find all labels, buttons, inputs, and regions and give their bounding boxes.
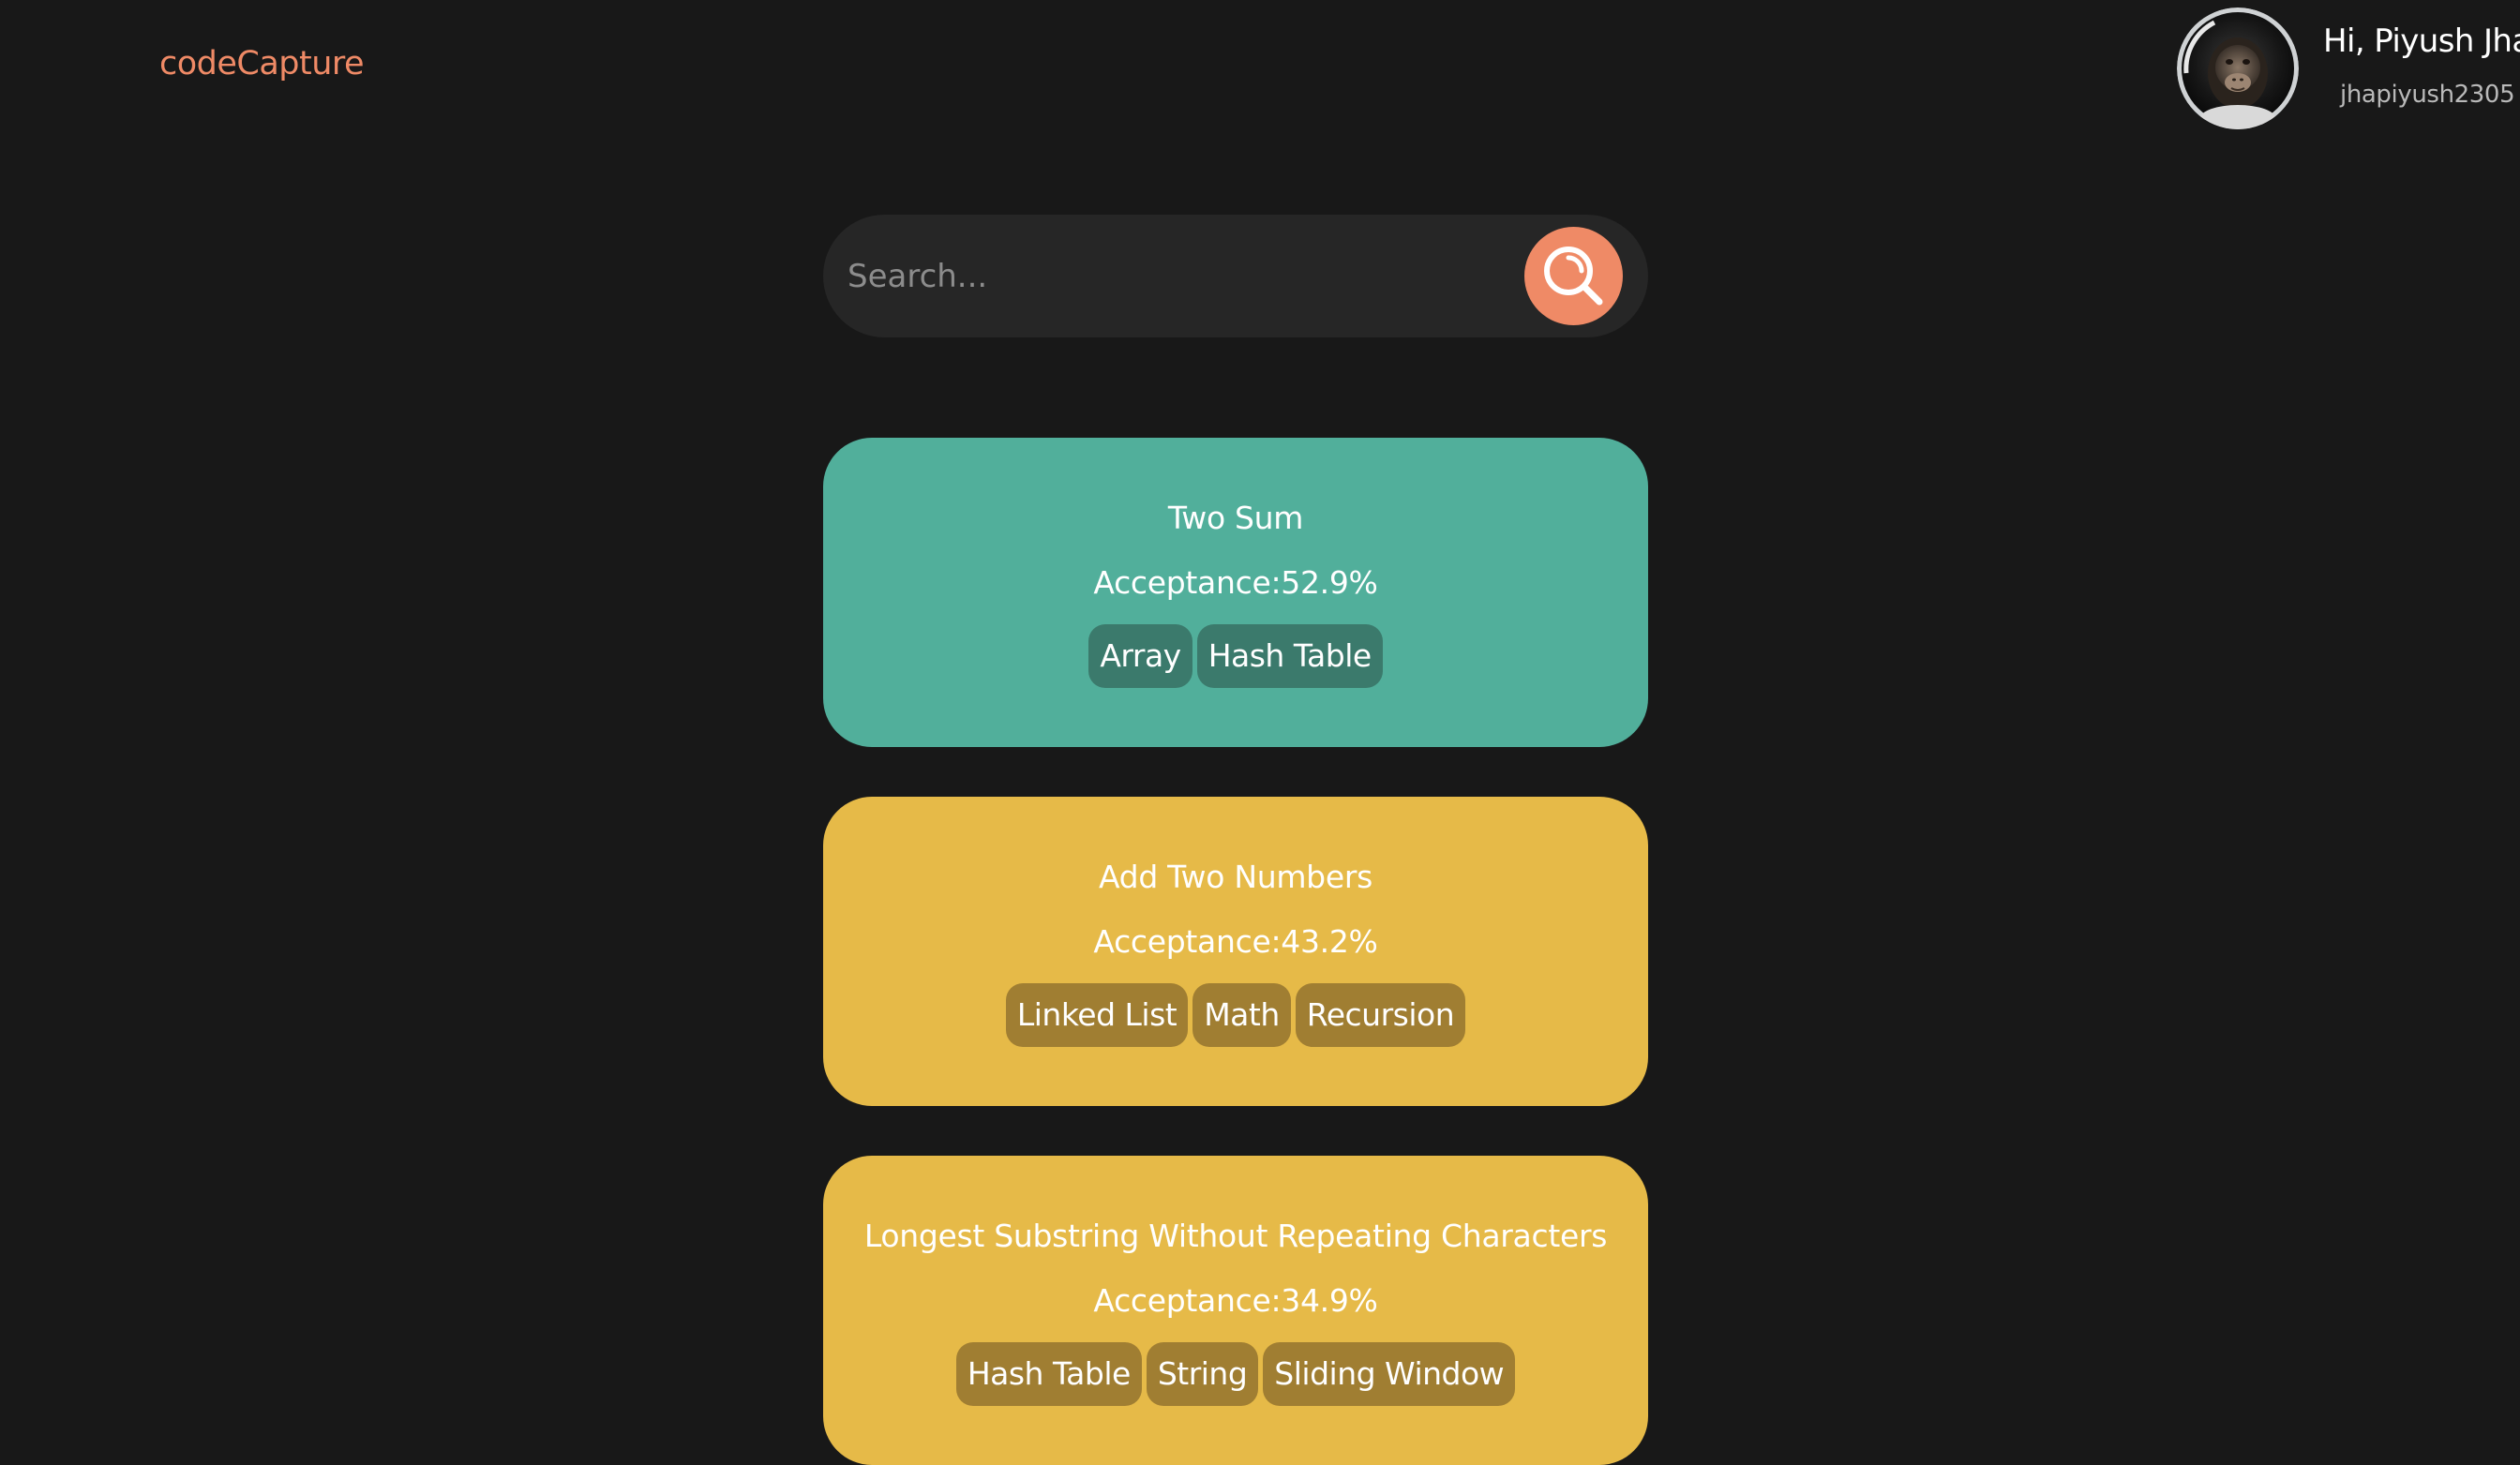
- problem-acceptance: Acceptance:43.2%: [1093, 923, 1378, 960]
- topic-tag[interactable]: Recursion: [1295, 983, 1466, 1047]
- problem-card[interactable]: Longest Substring Without Repeating Char…: [823, 1156, 1648, 1465]
- problem-acceptance: Acceptance:34.9%: [1093, 1282, 1378, 1319]
- app-logo[interactable]: codeCapture: [159, 45, 365, 82]
- search-input[interactable]: [848, 215, 1485, 337]
- topic-tag[interactable]: Linked List: [1005, 983, 1189, 1047]
- problem-tags: Linked List Math Recursion: [823, 983, 1648, 1047]
- monkey-astronaut-avatar-icon: [2177, 7, 2299, 129]
- user-avatar[interactable]: [2177, 7, 2299, 129]
- user-greeting: Hi, Piyush Jha: [2323, 22, 2520, 60]
- topic-tag[interactable]: Hash Table: [955, 1342, 1142, 1406]
- search-icon: [1544, 247, 1603, 306]
- search-button[interactable]: [1524, 227, 1623, 325]
- topic-tag[interactable]: Hash Table: [1196, 624, 1383, 688]
- user-handle: jhapiyush2305: [2340, 81, 2515, 109]
- topic-tag[interactable]: String: [1146, 1342, 1259, 1406]
- problem-title[interactable]: Add Two Numbers: [823, 859, 1648, 895]
- problem-tags: Hash Table String Sliding Window: [823, 1342, 1648, 1406]
- topic-tag[interactable]: Sliding Window: [1263, 1342, 1516, 1406]
- search-bar: [823, 215, 1648, 337]
- problem-tags: Array Hash Table: [823, 624, 1648, 688]
- problem-card[interactable]: Add Two Numbers Acceptance:43.2% Linked …: [823, 797, 1648, 1106]
- topic-tag[interactable]: Array: [1088, 624, 1192, 688]
- problem-acceptance: Acceptance:52.9%: [1093, 564, 1378, 601]
- problem-title[interactable]: Longest Substring Without Repeating Char…: [823, 1218, 1648, 1254]
- problem-title[interactable]: Two Sum: [823, 500, 1648, 536]
- user-profile[interactable]: Hi, Piyush Jha jhapiyush2305: [2177, 7, 2520, 129]
- problem-card[interactable]: Two Sum Acceptance:52.9% Array Hash Tabl…: [823, 438, 1648, 747]
- topic-tag[interactable]: Math: [1192, 983, 1291, 1047]
